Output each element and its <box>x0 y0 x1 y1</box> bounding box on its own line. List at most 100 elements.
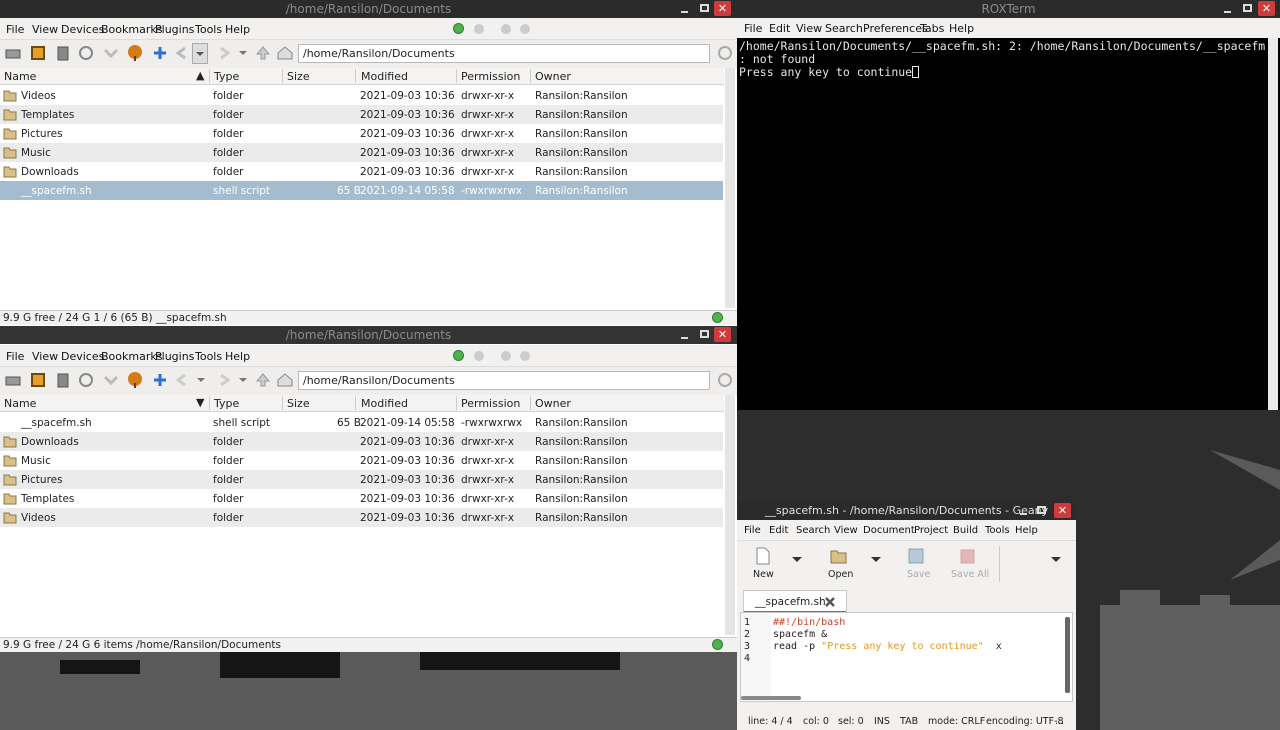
menu-tools[interactable]: Tools <box>985 525 1010 536</box>
maximize-button[interactable] <box>696 327 713 342</box>
close-button[interactable]: ✕ <box>714 1 731 16</box>
history-icon[interactable] <box>102 44 120 62</box>
table-row[interactable]: __spacefm.sh shell script 65 B 2021-09-14 0… <box>0 413 723 432</box>
up-arrow-icon[interactable] <box>254 371 272 389</box>
code-editor[interactable]: 1 2 3 4 ##!/bin/bash spacefm & read -p "… <box>740 612 1073 702</box>
back-arrow-icon[interactable] <box>173 371 191 389</box>
table-row[interactable]: Downloads folder 2021-09-03 10:36 drwxr-xr-… <box>0 162 723 181</box>
path-input[interactable]: /home/Ransilon/Documents <box>298 371 710 390</box>
vertical-scrollbar[interactable] <box>725 68 735 308</box>
tree-icon[interactable] <box>126 371 144 389</box>
tab-spacefm-sh[interactable]: __spacefm.sh <box>743 590 847 613</box>
col-size[interactable]: Size <box>287 397 310 410</box>
menu-plugins[interactable]: Plugins <box>155 23 194 36</box>
save-all-label[interactable]: Save All <box>951 569 989 580</box>
close-button[interactable]: ✕ <box>1258 1 1275 16</box>
minimize-button[interactable] <box>1219 1 1236 16</box>
editor-hscrollbar[interactable] <box>741 696 801 700</box>
table-row[interactable]: Templates folder 2021-09-03 10:36 drwxr-xr-… <box>0 489 723 508</box>
path-input[interactable]: /home/Ransilon/Documents <box>298 44 710 63</box>
menu-file[interactable]: File <box>6 350 24 363</box>
new-file-icon[interactable] <box>755 547 771 565</box>
back-dropdown-icon[interactable] <box>192 371 210 389</box>
menu-search[interactable]: Search <box>825 22 863 35</box>
menu-edit[interactable]: Edit <box>769 525 788 536</box>
editor-scrollbar[interactable] <box>1065 617 1070 693</box>
maximize-button[interactable] <box>1033 503 1050 518</box>
menu-file[interactable]: File <box>6 23 24 36</box>
menu-help[interactable]: Help <box>225 23 250 36</box>
col-type[interactable]: Type <box>214 397 239 410</box>
col-permission[interactable]: Permission <box>461 397 520 410</box>
devices-icon[interactable] <box>4 44 22 62</box>
menu-build[interactable]: Build <box>953 525 978 536</box>
menu-preferences[interactable]: Preferences <box>863 22 928 35</box>
bookmarks-icon[interactable] <box>29 371 47 389</box>
minimize-button[interactable] <box>676 1 693 16</box>
table-row[interactable]: Pictures folder 2021-09-03 10:36 drwxr-xr-x… <box>0 470 723 489</box>
forward-dropdown-icon[interactable] <box>234 44 252 62</box>
panel-1-toggle-icon[interactable] <box>453 350 464 361</box>
col-owner[interactable]: Owner <box>535 70 571 83</box>
save-label[interactable]: Save <box>907 569 930 580</box>
menu-help[interactable]: Help <box>225 350 250 363</box>
table-row[interactable]: Downloads folder 2021-09-03 10:36 drwxr-xr-… <box>0 432 723 451</box>
panel-4-toggle-icon[interactable] <box>520 351 530 361</box>
minimize-button[interactable] <box>676 327 693 342</box>
vertical-scrollbar[interactable] <box>1268 38 1278 410</box>
col-owner[interactable]: Owner <box>535 397 571 410</box>
back-arrow-icon[interactable] <box>173 44 191 62</box>
table-row[interactable]: Videos folder 2021-09-03 10:36 drwxr-xr-x Ra… <box>0 86 723 105</box>
new-label[interactable]: New <box>753 569 774 580</box>
table-row[interactable]: Templates folder 2021-09-03 10:36 drwxr-xr-… <box>0 105 723 124</box>
close-button[interactable]: ✕ <box>1054 503 1071 518</box>
panel-4-toggle-icon[interactable] <box>520 24 530 34</box>
menu-devices[interactable]: Devices <box>61 350 104 363</box>
tree-icon[interactable] <box>126 44 144 62</box>
menu-help[interactable]: Help <box>949 22 974 35</box>
reload-icon[interactable] <box>716 44 734 62</box>
table-row[interactable]: Music folder 2021-09-03 10:36 drwxr-xr-x Ran… <box>0 451 723 470</box>
table-row[interactable]: Pictures folder 2021-09-03 10:36 drwxr-xr-x… <box>0 124 723 143</box>
forward-dropdown-icon[interactable] <box>234 371 252 389</box>
menu-file[interactable]: File <box>744 22 762 35</box>
col-permission[interactable]: Permission <box>461 70 520 83</box>
home-icon[interactable] <box>276 371 294 389</box>
menu-view[interactable]: View <box>796 22 822 35</box>
menu-view[interactable]: View <box>32 350 58 363</box>
menu-plugins[interactable]: Plugins <box>155 350 194 363</box>
maximize-button[interactable] <box>1239 1 1256 16</box>
reload-icon[interactable] <box>716 371 734 389</box>
close-button[interactable]: ✕ <box>714 327 731 342</box>
open-dropdown-icon[interactable] <box>869 555 883 565</box>
new-tab-icon[interactable] <box>151 371 169 389</box>
table-row[interactable]: Videos folder 2021-09-03 10:36 drwxr-xr-x Ra… <box>0 508 723 527</box>
col-name[interactable]: Name <box>4 397 36 410</box>
save-all-icon[interactable] <box>958 547 976 565</box>
maximize-button[interactable] <box>696 1 713 16</box>
trash-icon[interactable] <box>54 371 72 389</box>
menu-bookmarks[interactable]: Bookmarks <box>101 350 162 363</box>
panel-2-toggle-icon[interactable] <box>474 351 484 361</box>
back-dropdown-button[interactable] <box>192 43 208 64</box>
new-dropdown-icon[interactable] <box>790 555 804 565</box>
menu-help[interactable]: Help <box>1015 525 1038 536</box>
menu-file[interactable]: File <box>744 525 761 536</box>
forward-arrow-icon[interactable] <box>215 371 233 389</box>
table-row-selected[interactable]: __spacefm.sh shell script 65 B 2021-09-14 0… <box>0 181 723 200</box>
refresh-icon[interactable] <box>77 44 95 62</box>
open-folder-icon[interactable] <box>830 547 848 565</box>
col-type[interactable]: Type <box>214 70 239 83</box>
minimize-button[interactable] <box>1015 503 1032 518</box>
close-tab-icon[interactable] <box>823 595 837 609</box>
menu-tools[interactable]: Tools <box>195 23 222 36</box>
menu-tools[interactable]: Tools <box>195 350 222 363</box>
terminal-output[interactable]: /home/Ransilon/Documents/__spacefm.sh: 2… <box>737 38 1280 410</box>
forward-arrow-icon[interactable] <box>215 44 233 62</box>
panel-3-toggle-icon[interactable] <box>501 24 511 34</box>
panel-3-toggle-icon[interactable] <box>501 351 511 361</box>
sort-up-icon[interactable]: ▲ <box>196 69 204 82</box>
menu-devices[interactable]: Devices <box>61 23 104 36</box>
menu-search[interactable]: Search <box>796 525 830 536</box>
new-tab-icon[interactable] <box>151 44 169 62</box>
